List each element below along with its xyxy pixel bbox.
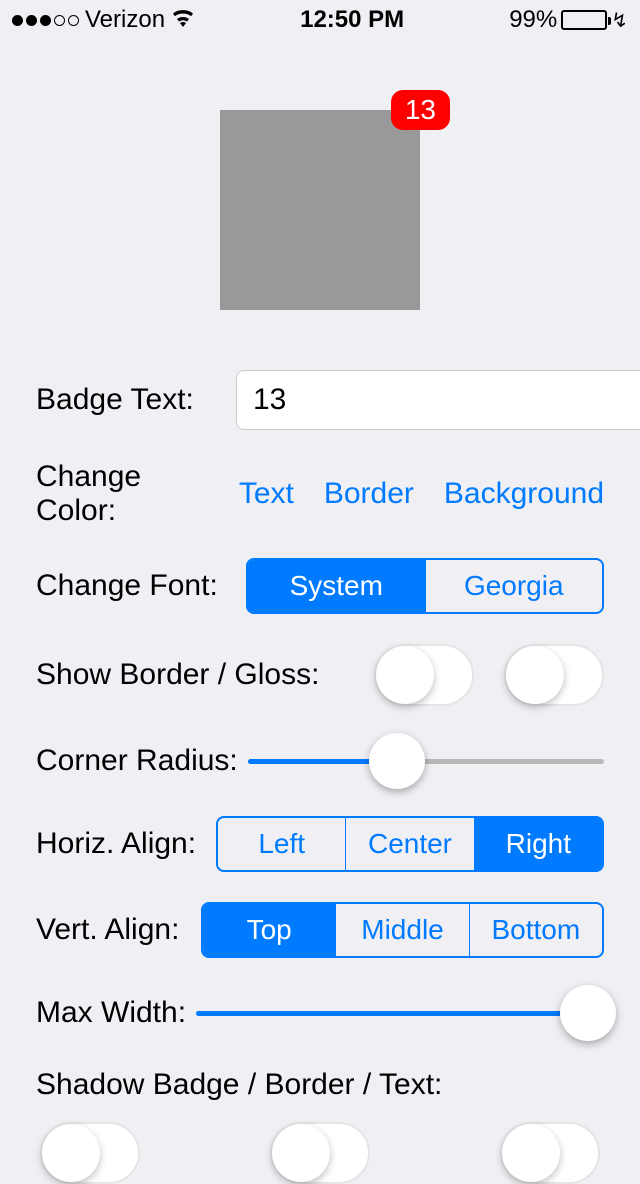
change-color-row: Change Color: Text Border Background <box>36 460 604 528</box>
show-border-row: Show Border / Gloss: <box>36 644 604 706</box>
status-left: Verizon <box>12 6 195 34</box>
horiz-center-option[interactable]: Center <box>346 818 474 870</box>
vert-middle-option[interactable]: Middle <box>336 904 469 956</box>
change-color-label: Change Color: <box>36 460 225 528</box>
vert-align-label: Vert. Align: <box>36 913 201 947</box>
font-system-option[interactable]: System <box>248 560 426 612</box>
max-width-row: Max Width: <box>36 988 604 1038</box>
corner-radius-label: Corner Radius: <box>36 744 238 778</box>
corner-radius-row: Corner Radius: <box>36 736 604 786</box>
badge-text-row: Badge Text: <box>36 370 604 430</box>
status-bar: Verizon 12:50 PM 99% ↯ <box>0 0 640 40</box>
badge-preview-area: 13 <box>0 40 640 370</box>
charging-icon: ↯ <box>611 8 628 33</box>
badge: 13 <box>391 90 450 130</box>
horiz-align-label: Horiz. Align: <box>36 827 216 861</box>
color-text-link[interactable]: Text <box>239 477 294 511</box>
horiz-align-row: Horiz. Align: Left Center Right <box>36 816 604 872</box>
max-width-slider[interactable] <box>196 988 604 1038</box>
change-font-row: Change Font: System Georgia <box>36 558 604 614</box>
horiz-align-segmented-control: Left Center Right <box>216 816 604 872</box>
max-width-label: Max Width: <box>36 996 186 1030</box>
battery-percent: 99% <box>509 6 557 34</box>
badge-text-label: Badge Text: <box>36 383 236 417</box>
vert-align-segmented-control: Top Middle Bottom <box>201 902 604 958</box>
status-right: 99% ↯ <box>509 6 628 34</box>
shadow-label: Shadow Badge / Border / Text: <box>36 1068 442 1102</box>
show-border-label: Show Border / Gloss: <box>36 658 319 692</box>
horiz-left-option[interactable]: Left <box>218 818 346 870</box>
font-segmented-control: System Georgia <box>246 558 604 614</box>
font-georgia-option[interactable]: Georgia <box>426 560 603 612</box>
battery-icon <box>561 10 607 30</box>
form: Badge Text: Change Color: Text Border Ba… <box>0 370 640 1184</box>
shadow-text-toggle[interactable] <box>500 1122 600 1184</box>
show-gloss-toggle[interactable] <box>504 644 604 706</box>
show-border-toggle[interactable] <box>374 644 474 706</box>
status-time: 12:50 PM <box>300 6 404 34</box>
badge-text-input[interactable] <box>236 370 640 430</box>
color-background-link[interactable]: Background <box>444 477 604 511</box>
shadow-border-toggle[interactable] <box>270 1122 370 1184</box>
wifi-icon <box>171 7 195 33</box>
color-links: Text Border Background <box>239 477 604 511</box>
shadow-toggles <box>36 1122 604 1184</box>
color-border-link[interactable]: Border <box>324 477 414 511</box>
badge-preview-box: 13 <box>220 110 420 310</box>
vert-bottom-option[interactable]: Bottom <box>470 904 602 956</box>
shadow-label-row: Shadow Badge / Border / Text: <box>36 1068 604 1102</box>
vert-align-row: Vert. Align: Top Middle Bottom <box>36 902 604 958</box>
carrier-label: Verizon <box>85 6 165 34</box>
signal-strength-icon <box>12 15 79 26</box>
change-font-label: Change Font: <box>36 569 236 603</box>
vert-top-option[interactable]: Top <box>203 904 336 956</box>
shadow-badge-toggle[interactable] <box>40 1122 140 1184</box>
horiz-right-option[interactable]: Right <box>475 818 602 870</box>
corner-radius-slider[interactable] <box>248 736 604 786</box>
